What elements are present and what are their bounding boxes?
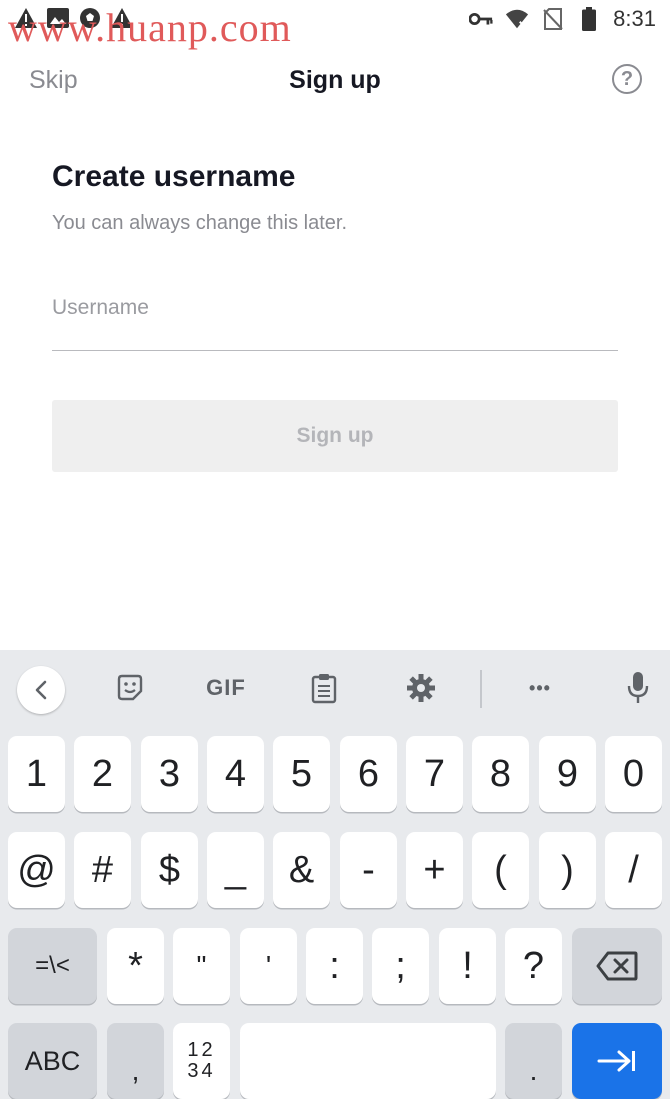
gear-icon[interactable] [401, 668, 441, 708]
backspace-icon [596, 951, 638, 981]
wifi-off-icon [505, 7, 529, 31]
key-minus[interactable]: - [340, 832, 397, 908]
period-key[interactable]: . [505, 1023, 562, 1099]
key-single-quote[interactable]: ' [240, 928, 297, 1004]
more-icon[interactable]: ••• [518, 668, 562, 708]
section-title: Create username [52, 160, 296, 193]
username-input[interactable] [52, 278, 618, 338]
key-hash[interactable]: # [74, 832, 131, 908]
keyboard-toolbar: GIF ••• [0, 650, 670, 728]
no-sim-icon [541, 7, 565, 31]
sticker-icon[interactable] [110, 668, 150, 708]
key-slash[interactable]: / [605, 832, 662, 908]
key-underscore[interactable]: _ [207, 832, 264, 908]
key-6[interactable]: 6 [340, 736, 397, 812]
create-username-section: Create username You can always change th… [52, 160, 618, 235]
battery-icon [577, 7, 601, 31]
abc-key[interactable]: ABC [8, 1023, 97, 1099]
key-dollar[interactable]: $ [141, 832, 198, 908]
key-4[interactable]: 4 [207, 736, 264, 812]
backspace-key[interactable] [572, 928, 662, 1004]
vpn-key-icon [469, 7, 493, 31]
status-time: 8:31 [613, 6, 656, 31]
key-double-quote[interactable]: " [173, 928, 230, 1004]
key-1[interactable]: 1 [8, 736, 65, 812]
gif-button[interactable]: GIF [200, 668, 252, 708]
page-title: Sign up [289, 66, 381, 94]
key-8[interactable]: 8 [472, 736, 529, 812]
numpad-key[interactable]: 12 34 [173, 1023, 230, 1099]
key-asterisk[interactable]: * [107, 928, 164, 1004]
watermark: www.huanp.com [8, 5, 292, 50]
clipboard-icon[interactable] [304, 668, 344, 708]
numpad-key-label: 12 34 [187, 1040, 215, 1082]
key-close-paren[interactable]: ) [539, 832, 596, 908]
key-5[interactable]: 5 [273, 736, 330, 812]
key-3[interactable]: 3 [141, 736, 198, 812]
key-open-paren[interactable]: ( [472, 832, 529, 908]
microphone-icon[interactable] [618, 668, 658, 708]
sign-up-button[interactable]: Sign up [52, 400, 618, 472]
key-7[interactable]: 7 [406, 736, 463, 812]
key-exclamation[interactable]: ! [439, 928, 496, 1004]
key-plus[interactable]: + [406, 832, 463, 908]
key-semicolon[interactable]: ; [372, 928, 429, 1004]
status-bar: www.huanp.com 8:31 [0, 0, 670, 50]
toolbar-divider [480, 670, 482, 708]
next-field-key[interactable] [572, 1023, 662, 1099]
tab-arrow-icon [597, 1050, 635, 1072]
symbols-page-key[interactable]: =\< [8, 928, 97, 1004]
key-9[interactable]: 9 [539, 736, 596, 812]
chevron-left-icon[interactable] [17, 666, 65, 714]
on-screen-keyboard: GIF ••• 1 2 3 4 5 6 7 8 9 0 @ # $ _ & - … [0, 650, 670, 1099]
status-bar-right: 8:31 [469, 6, 656, 32]
help-icon[interactable]: ? [612, 64, 642, 94]
key-0[interactable]: 0 [605, 736, 662, 812]
numpad-label-bottom: 34 [187, 1060, 216, 1082]
key-at[interactable]: @ [8, 832, 65, 908]
key-colon[interactable]: : [306, 928, 363, 1004]
key-2[interactable]: 2 [74, 736, 131, 812]
top-nav-bar: Skip Sign up ? [0, 52, 670, 112]
comma-key[interactable]: , [107, 1023, 164, 1099]
key-ampersand[interactable]: & [273, 832, 330, 908]
username-field[interactable] [52, 278, 618, 351]
section-subtitle: You can always change this later. [52, 212, 348, 234]
space-key[interactable] [240, 1023, 496, 1099]
key-question[interactable]: ? [505, 928, 562, 1004]
numpad-label-top: 12 [187, 1039, 216, 1061]
